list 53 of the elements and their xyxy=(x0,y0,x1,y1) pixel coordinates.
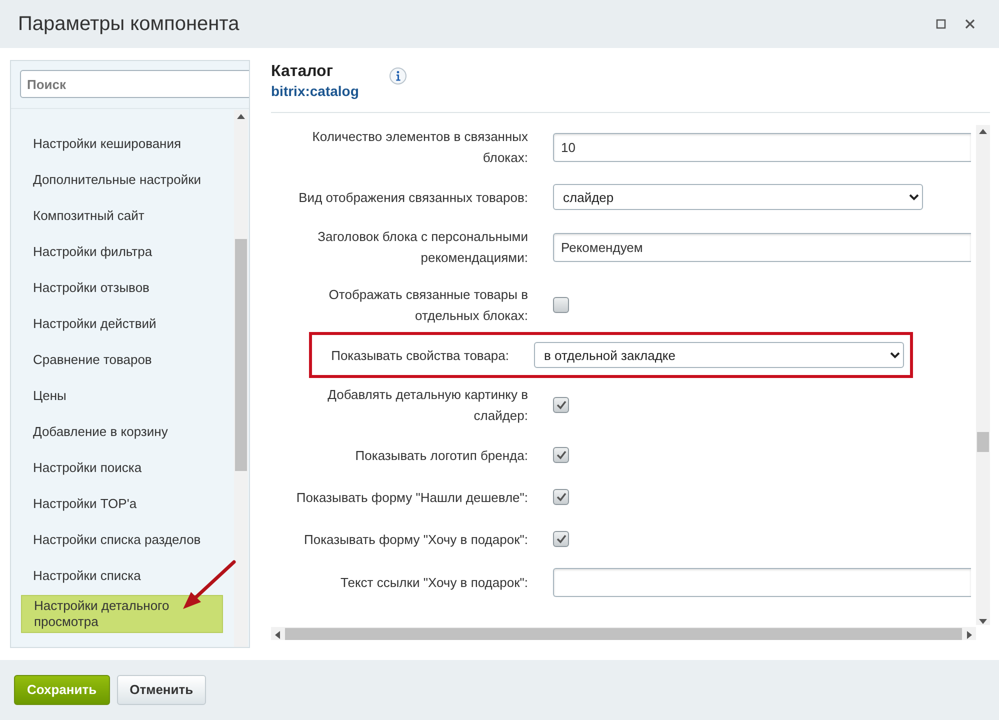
scroll-left-icon[interactable] xyxy=(274,630,282,638)
sidebar-item[interactable]: Настройки списка разделов xyxy=(21,523,223,559)
setting-label: Количество элементов в связанных блоках: xyxy=(311,128,528,167)
scroll-up-icon[interactable] xyxy=(237,113,245,121)
setting-label: Отображать связанные товары в отдельных блоках: xyxy=(328,286,528,325)
sidebar-item[interactable]: Настройки отзывов xyxy=(21,271,223,307)
check-icon xyxy=(556,450,566,460)
checkbox[interactable] xyxy=(553,531,569,547)
sidebar-item[interactable]: Настройки детального просмотра xyxy=(21,595,223,633)
input-field[interactable] xyxy=(553,568,971,597)
setting-label: Показывать форму "Хочу в подарок": xyxy=(303,530,528,549)
search-field[interactable]: Поиск xyxy=(20,70,249,98)
setting-label: Показывать логотип бренда: xyxy=(354,446,528,465)
setting-label: Вид отображения связанных товаров: xyxy=(298,188,528,207)
scrollbar-thumb[interactable] xyxy=(235,239,247,471)
scrollbar[interactable] xyxy=(976,125,990,625)
scroll-down-icon[interactable] xyxy=(979,617,987,625)
check-icon xyxy=(556,400,566,410)
sidebar-item[interactable]: Добавление в корзину xyxy=(21,415,223,451)
check-icon xyxy=(556,534,566,544)
sidebar-item[interactable]: Настройки списка xyxy=(21,559,223,595)
sidebar-item[interactable]: Композитный сайт xyxy=(21,199,223,235)
sidebar-item[interactable]: Цены xyxy=(21,379,223,415)
sidebar-item[interactable]: Дополнительные настройки xyxy=(21,163,223,199)
dropdown[interactable]: в отдельной закладке xyxy=(534,342,904,368)
info-icon[interactable] xyxy=(388,67,407,85)
sidebar-item[interactable]: Сравнение товаров xyxy=(21,343,223,379)
dropdown[interactable]: слайдер xyxy=(553,184,923,210)
scrollbar-thumb[interactable] xyxy=(977,432,989,452)
check-icon xyxy=(556,492,566,502)
scroll-up-icon[interactable] xyxy=(979,128,987,136)
component-code: bitrix:catalog xyxy=(271,82,359,100)
sidebar-item[interactable]: Настройки TOP'a xyxy=(21,487,223,523)
component-title: Каталог xyxy=(271,62,334,82)
sidebar-item[interactable]: Настройки поиска xyxy=(21,451,223,487)
setting-label: Показывать свойства товара: xyxy=(330,346,509,365)
cancel-button[interactable]: Отменить xyxy=(116,675,206,705)
scrollbar[interactable] xyxy=(234,110,248,647)
setting-label: Заголовок блока с персональными рекомендациями: xyxy=(316,228,528,267)
checkbox[interactable] xyxy=(553,489,569,505)
sidebar-item[interactable]: Настройки фильтра xyxy=(21,235,223,271)
setting-label: Текст ссылки "Хочу в подарок": xyxy=(340,574,528,592)
setting-label: Добавлять детальную картинку в слайдер: xyxy=(326,386,528,425)
scroll-right-icon[interactable] xyxy=(965,630,973,638)
sidebar-item[interactable]: Настройки кеширования xyxy=(21,127,223,163)
checkbox[interactable] xyxy=(553,397,569,413)
sidebar-item[interactable]: Настройки действий xyxy=(21,307,223,343)
window-title: Параметры компонента xyxy=(18,12,240,37)
checkbox[interactable] xyxy=(553,297,569,313)
input-field[interactable]: Рекомендуем xyxy=(553,232,971,262)
checkbox[interactable] xyxy=(553,447,569,463)
setting-label: Показывать форму "Нашли дешевле": xyxy=(295,488,528,507)
input-field[interactable]: 10 xyxy=(553,132,971,162)
